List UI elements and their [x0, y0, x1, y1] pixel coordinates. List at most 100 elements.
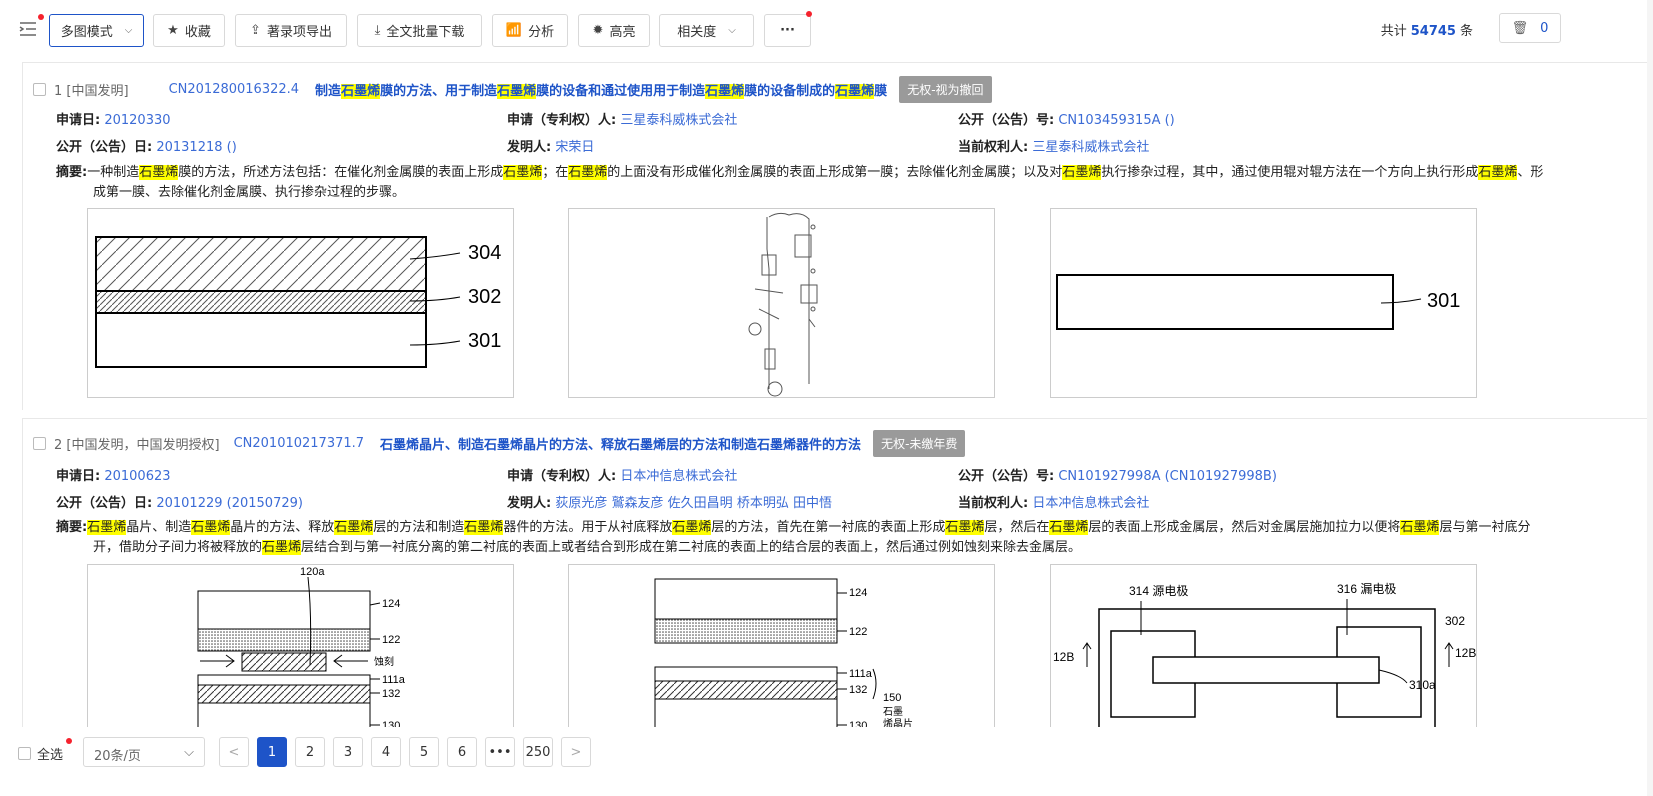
patent-figure-thumbnail[interactable]: 120a 124 122 蚀刻 111a 132 130	[87, 564, 514, 754]
owner-field: 当前权利人: 三星泰科威株式会社	[958, 136, 1149, 155]
figure-label: 302	[1445, 614, 1465, 628]
patent-figure-thumbnail[interactable]: 124 122 111a 132 150 石墨 烯晶片 130	[568, 564, 995, 754]
patent-figure-thumbnail[interactable]	[568, 208, 995, 398]
figure-label: 蚀刻	[374, 655, 394, 668]
download-icon: ⤓	[375, 23, 381, 38]
figure-label: 122	[382, 634, 400, 646]
inventor-link[interactable]: 鷲森友彦	[612, 496, 664, 511]
patent-title-link[interactable]: 制造石墨烯膜的方法、用于制造石墨烯膜的设备和通过使用用于制造石墨烯膜的设备制成的…	[315, 80, 887, 99]
more-button[interactable]: ···	[764, 14, 811, 47]
app-date-field: 申请日: 20100623	[56, 465, 171, 484]
applicant-field: 申请（专利权）人: 日本冲信息株式会社	[507, 465, 737, 484]
figure-label: 132	[849, 684, 867, 696]
chevron-down-icon: ⌵	[125, 25, 133, 36]
figure-label: 111a	[382, 674, 406, 686]
owner-field: 当前权利人: 日本冲信息株式会社	[958, 492, 1149, 511]
page-button[interactable]: 250	[523, 737, 553, 767]
inventor-link[interactable]: 桥本明弘	[737, 496, 789, 511]
analysis-button[interactable]: 📶 分析	[492, 14, 568, 47]
figure-label: 122	[849, 626, 867, 638]
page-size-select[interactable]: 20条/页 ⌵	[83, 737, 205, 767]
inventor-link[interactable]: 佐久田昌明	[668, 496, 733, 511]
pagination-bar: 全选 20条/页 ⌵ < 1 2 3 4 5 6 ••• 250 >	[0, 727, 1653, 796]
patent-figure-thumbnail[interactable]: 314 源电极 316 漏电极 302 12B 12B 310a	[1050, 564, 1477, 754]
patent-number-link[interactable]: CN201280016322.4	[169, 82, 299, 97]
result-checkbox[interactable]	[33, 437, 46, 450]
figure-label: 304	[468, 242, 501, 264]
highlight-button[interactable]: ✹ 高亮	[578, 14, 650, 47]
export-button[interactable]: ⇪ 著录项导出	[235, 14, 347, 47]
applicant-field: 申请（专利权）人: 三星泰科威株式会社	[507, 109, 737, 128]
result-header: 1 [中国发明] CN201280016322.4 制造石墨烯膜的方法、用于制造…	[33, 77, 992, 101]
pub-date-field: 公开（公告）日: 20131218 ()	[56, 136, 237, 155]
figure-label: 314 源电极	[1129, 584, 1188, 598]
pub-date-field: 公开（公告）日: 20101229 (20150729)	[56, 492, 303, 511]
figure-label: 124	[382, 598, 400, 610]
pub-no-field: 公开（公告）号: CN103459315A ()	[958, 109, 1175, 128]
abstract: 摘要:石墨烯晶片、制造石墨烯晶片的方法、释放石墨烯层的方法和制造石墨烯器件的方法…	[56, 518, 1546, 558]
prev-page-button[interactable]: <	[219, 737, 249, 767]
figure-label: 150	[883, 692, 901, 704]
chart-icon: 📶	[506, 23, 522, 38]
scrollbar[interactable]	[1647, 0, 1653, 796]
view-mode-label: 多图模式	[61, 21, 113, 40]
inventor-link[interactable]: 田中悟	[793, 496, 832, 511]
next-page-button[interactable]: >	[561, 737, 591, 767]
view-mode-dropdown[interactable]: 多图模式 ⌵	[49, 14, 144, 47]
abstract: 摘要:一种制造石墨烯膜的方法，所述方法包括：在催化剂金属膜的表面上形成石墨烯；在…	[56, 163, 1546, 203]
patent-figure-thumbnail[interactable]: 304 302 301	[87, 208, 514, 398]
result-rank: 1 [中国发明]	[54, 80, 129, 99]
sort-dropdown[interactable]: 相关度 ⌵	[659, 14, 754, 47]
figure-label: 301	[468, 330, 501, 352]
patent-figure-thumbnail[interactable]: 301	[1050, 208, 1477, 398]
pub-no-field: 公开（公告）号: CN101927998A (CN101927998B)	[958, 465, 1277, 484]
inventor-field: 发明人: 宋荣日	[507, 136, 594, 155]
page-ellipsis[interactable]: •••	[485, 737, 515, 767]
star-icon: ★	[167, 23, 179, 38]
page-button[interactable]: 1	[257, 737, 287, 767]
result-rank: 2 [中国发明，中国发明授权]	[54, 434, 220, 453]
trash-icon: 🗑	[1512, 21, 1529, 36]
figure-label: 301	[1427, 290, 1460, 312]
page-button[interactable]: 6	[447, 737, 477, 767]
figure-label: 111a	[849, 668, 873, 680]
chevron-down-icon: ⌵	[728, 25, 736, 36]
batch-download-button[interactable]: ⤓ 全文批量下载	[357, 14, 482, 47]
figure-label: 316 漏电极	[1337, 582, 1396, 596]
result-card: 2 [中国发明，中国发明授权] CN201010217371.7 石墨烯晶片、制…	[22, 418, 1653, 738]
result-card: 1 [中国发明] CN201280016322.4 制造石墨烯膜的方法、用于制造…	[22, 62, 1653, 410]
figure-label: 132	[382, 688, 400, 700]
figure-label: 12B	[1455, 646, 1476, 660]
figure-label: 302	[468, 286, 501, 308]
patent-title-link[interactable]: 石墨烯晶片、制造石墨烯晶片的方法、释放石墨烯层的方法和制造石墨烯器件的方法	[380, 434, 861, 453]
top-toolbar: 多图模式 ⌵ ★ 收藏 ⇪ 著录项导出 ⤓ 全文批量下载 📶 分析 ✹ 高亮 相…	[0, 0, 1653, 60]
page-button[interactable]: 4	[371, 737, 401, 767]
patent-number-link[interactable]: CN201010217371.7	[234, 436, 364, 451]
figure-label: 310a	[1409, 678, 1436, 692]
trash-button[interactable]: 🗑 0	[1499, 13, 1561, 43]
notification-dot	[38, 14, 44, 20]
notification-dot	[806, 11, 812, 17]
figure-label: 120a	[300, 566, 325, 578]
page-button[interactable]: 5	[409, 737, 439, 767]
menu-collapse-icon[interactable]	[18, 19, 40, 41]
figure-label: 124	[849, 587, 867, 599]
result-checkbox[interactable]	[33, 83, 46, 96]
result-header: 2 [中国发明，中国发明授权] CN201010217371.7 石墨烯晶片、制…	[33, 431, 965, 455]
favorite-button[interactable]: ★ 收藏	[153, 14, 225, 47]
app-date-field: 申请日: 20120330	[56, 109, 171, 128]
status-badge: 无权-未缴年费	[873, 430, 965, 457]
total-count: 54745	[1411, 24, 1456, 39]
notification-dot	[66, 738, 72, 744]
figure-label: 石墨	[883, 706, 903, 718]
page-button[interactable]: 2	[295, 737, 325, 767]
page-button[interactable]: 3	[333, 737, 363, 767]
inventor-link[interactable]: 荻原光彦	[555, 496, 607, 511]
result-total: 共计54745条	[1381, 20, 1473, 39]
chevron-down-icon: ⌵	[184, 745, 194, 759]
export-icon: ⇪	[250, 23, 261, 38]
inventor-field: 发明人: 荻原光彦 鷲森友彦 佐久田昌明 桥本明弘 田中悟	[507, 492, 832, 511]
status-badge: 无权-视为撤回	[899, 76, 991, 103]
select-all-checkbox[interactable]: 全选	[18, 744, 63, 763]
sun-icon: ✹	[593, 23, 604, 38]
